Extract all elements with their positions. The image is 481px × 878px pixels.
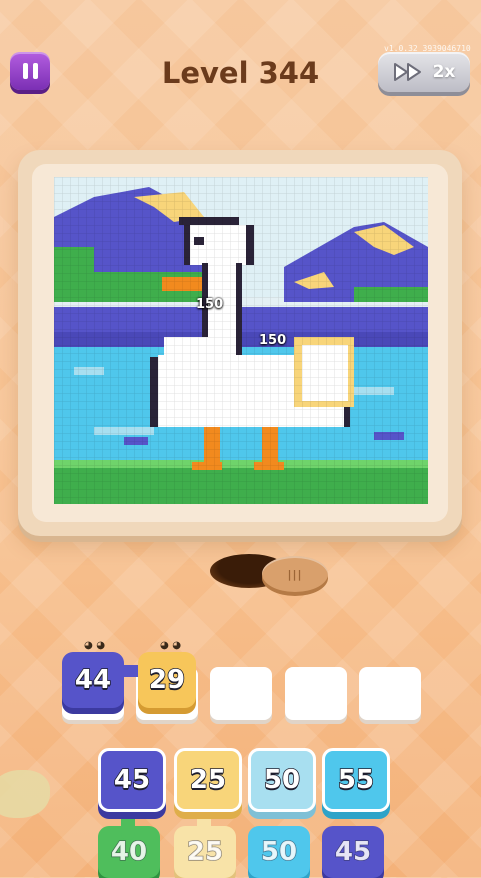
damage-label: 150: [196, 297, 224, 312]
queue-slot-3[interactable]: [210, 667, 272, 720]
decorative-leaf: [0, 770, 50, 818]
shooter-back-50: 50: [248, 826, 310, 878]
queue-slot-4[interactable]: [285, 667, 347, 720]
shooter-50[interactable]: 50: [248, 748, 316, 812]
eyes-icon: ◕ ◕: [160, 640, 181, 651]
queue-block-29[interactable]: ◕ ◕ 29: [138, 640, 196, 708]
shooter-45[interactable]: 45: [98, 748, 166, 812]
queue-slot-5[interactable]: [359, 667, 421, 720]
hole-lid: |||: [262, 556, 328, 592]
eyes-icon: ◕ ◕: [84, 640, 105, 651]
fast-forward-icon: [393, 63, 421, 81]
duck-pixel-art: [54, 177, 428, 504]
damage-label: 150: [259, 333, 287, 348]
lid-mark: |||: [287, 568, 303, 581]
speed-label: 2x: [432, 62, 456, 82]
shooter-back-45: 45: [322, 826, 384, 878]
pixel-picture-canvas: 150 150: [54, 177, 428, 504]
shooter-55[interactable]: 55: [322, 748, 390, 812]
speed-toggle-button[interactable]: 2x: [378, 52, 470, 92]
queue-block-44[interactable]: ◕ ◕ 44: [62, 640, 124, 708]
shooter-25[interactable]: 25: [174, 748, 242, 812]
